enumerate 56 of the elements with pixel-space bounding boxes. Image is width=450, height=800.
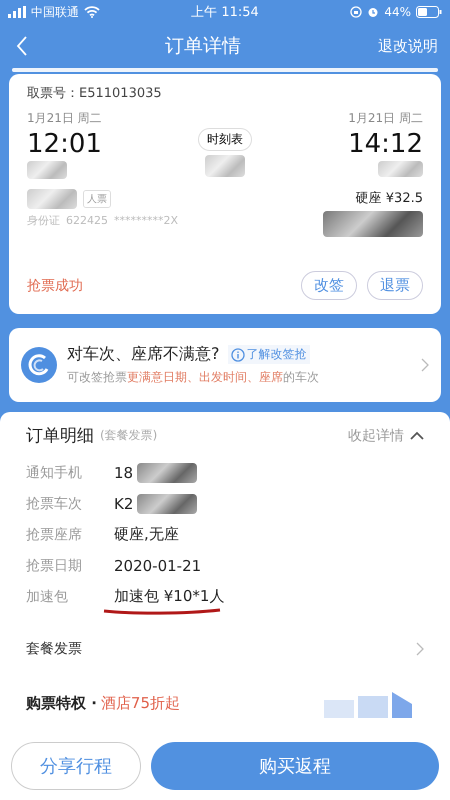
depart-date: 1月21日 周二: [27, 110, 103, 127]
arrive-time: 14:12: [348, 129, 423, 159]
collapse-details-button[interactable]: 收起详情: [348, 426, 424, 444]
field-value: 18: [114, 464, 134, 482]
section-note: (套餐发票): [100, 427, 158, 444]
ticket-action-button[interactable]: 改签: [301, 271, 357, 300]
battery-percent: 44%: [384, 5, 411, 19]
rotation-lock-icon: [350, 6, 362, 18]
ticket-action-button[interactable]: 退票: [367, 271, 423, 300]
back-icon[interactable]: [16, 36, 28, 56]
buy-return-button[interactable]: 购买返程: [151, 742, 439, 790]
order-status: 抢票成功: [27, 276, 83, 294]
swirl-logo-icon: [21, 347, 57, 383]
signal-icon: [8, 6, 26, 18]
field-label: 抢票日期: [26, 556, 83, 574]
arrive-date: 1月21日 周二: [348, 110, 423, 127]
field-value: 加速包 ¥10*1人: [114, 587, 224, 606]
field-label: 抢票座席: [26, 526, 83, 544]
share-trip-button[interactable]: 分享行程: [11, 742, 141, 790]
wifi-icon: [84, 6, 100, 18]
promo-description: 可改签抢票更满意日期、出发时间、座席的车次: [67, 369, 320, 386]
battery-icon: [416, 6, 442, 18]
scribble-mark: [27, 161, 67, 179]
refund-rules-link[interactable]: 退改说明: [378, 36, 438, 56]
alarm-clock-icon: [367, 6, 380, 18]
ticket-type-tag: 人票: [83, 190, 111, 208]
seat-price: 硬座 ¥32.5: [356, 190, 423, 207]
perks-title: 购票特权 ·: [26, 694, 97, 712]
id-label: 身份证: [27, 213, 60, 228]
depart-time: 12:01: [27, 129, 103, 159]
scribble-mark: [205, 155, 245, 177]
field-label: 通知手机: [26, 464, 83, 482]
promo-title: 对车次、座席不满意?: [67, 344, 220, 365]
field-value: K2: [114, 494, 134, 512]
chevron-icon: [410, 430, 424, 440]
pickup-number: 取票号：E511013035: [27, 85, 163, 102]
learn-more-link[interactable]: 了解改签抢: [228, 345, 310, 364]
scribble-mark: [378, 161, 423, 177]
invoice-label: 套餐发票: [26, 640, 82, 658]
field-value: 2020-01-21: [114, 556, 202, 574]
info-icon: [230, 348, 244, 362]
hotel-discount: 酒店75折起: [100, 694, 180, 712]
status-time: 上午 11:54: [191, 4, 259, 21]
field-label: 抢票车次: [26, 494, 83, 512]
id-number: 622425: [66, 214, 108, 227]
section-title: 订单明细: [26, 425, 94, 447]
timetable-button[interactable]: 时刻表: [198, 128, 252, 151]
chevron-right-icon: [416, 642, 424, 656]
carrier-name: 中国联通: [31, 4, 79, 20]
id-number: *********2X: [114, 214, 178, 227]
invoice-row[interactable]: 套餐发票: [26, 634, 424, 664]
page-title: 订单详情: [165, 34, 241, 59]
scribble-mark: [27, 189, 77, 209]
field-value: 硬座,无座: [114, 525, 179, 544]
field-label: 加速包: [26, 588, 69, 606]
chevron-right-icon: [421, 358, 429, 372]
